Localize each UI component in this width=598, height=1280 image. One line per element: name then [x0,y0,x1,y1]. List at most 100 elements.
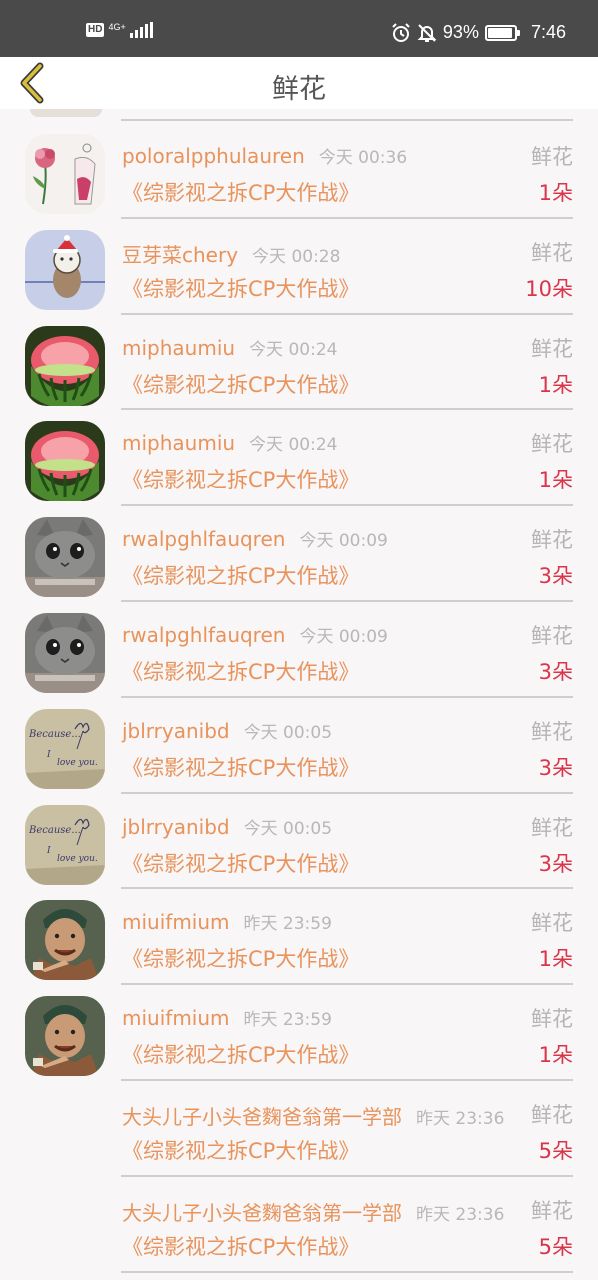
handwritten-note-avatar: Because... Ilove you. [25,708,105,789]
book-title-link[interactable]: 《综影视之拆CP大作战》 [122,656,359,686]
watermelon-avatar[interactable] [25,325,105,406]
user-name-text: miuifmium [122,910,230,935]
book-title-link[interactable]: 《综影视之拆CP大作战》 [122,1135,359,1165]
list-item-12[interactable]: 大头儿子小头爸麴爸翁第一学部 昨天 23:36 鲜花 《综影视之拆CP大作战》 5… [0,1181,598,1277]
list-item-2[interactable]: 豆芽菜chery 今天 00:28 鲜花 《综影视之拆CP大作战》 10朵 [0,223,598,319]
timestamp: 今天 00:24 [249,339,338,360]
book-title-link[interactable]: 《综影视之拆CP大作战》 [122,943,359,973]
list-item-8[interactable]: Because... Ilove you. jblrryanibd 今天 00:05… [0,798,598,894]
gift-count: 3朵 [538,564,573,589]
user-name[interactable]: poloralpphulauren 今天 00:36 [122,143,407,168]
timestamp: 今天 00:28 [252,246,341,267]
list-item-5[interactable]: rwalpghlfauqren 今天 00:09 鲜花 《综影视之拆CP大作战》 … [0,510,598,606]
user-name[interactable]: rwalpghlfauqren 今天 00:09 [122,526,388,551]
timestamp: 今天 00:24 [249,435,338,456]
cat-avatar[interactable] [25,517,105,598]
user-name[interactable]: miuifmium 昨天 23:59 [122,909,332,934]
gift-record-list[interactable]: poloralpphulauren 今天 00:36 鲜花 《综影视之拆CP大作战… [0,109,598,1277]
page-title: 鲜花 [272,74,326,105]
svg-text:Because...: Because... [28,729,81,740]
gift-count: 3朵 [538,755,573,780]
user-name[interactable]: jblrryanibd 今天 00:05 [122,814,332,839]
gift-count: 5朵 [538,1234,573,1259]
user-name[interactable]: miphaumiu 今天 00:24 [122,335,337,360]
cartoon-bear-avatar [25,229,105,310]
gift-count: 1朵 [538,181,573,205]
user-name[interactable]: miuifmium 昨天 23:59 [122,1005,332,1030]
divider [121,887,573,890]
list-item-partial [0,109,598,127]
cartoon-bear-avatar[interactable] [25,229,105,310]
user-name[interactable]: 大头儿子小头爸麴爸翁第一学部 昨天 23:36 [122,1197,504,1226]
book-title-link[interactable]: 《综影视之拆CP大作战》 [122,1231,359,1261]
pointing-man-avatar [25,900,105,981]
user-name-text: 豆芽菜chery [122,242,239,267]
user-name-text: miphaumiu [122,335,236,360]
user-name[interactable]: 豆芽菜chery 今天 00:28 [122,239,340,268]
gift-count: 1朵 [538,947,573,972]
user-name[interactable]: rwalpghlfauqren 今天 00:09 [122,622,388,647]
timestamp: 昨天 23:59 [243,914,332,935]
network-status: HD 4G+ [86,22,153,38]
handwritten-note-avatar[interactable]: Because... Ilove you. [25,708,105,789]
divider [121,599,573,602]
list-item-7[interactable]: Because... Ilove you. jblrryanibd 今天 00:05… [0,702,598,798]
status-bar: HD 4G+ 93% 7:46 [0,0,598,57]
list-item-1[interactable]: poloralpphulauren 今天 00:36 鲜花 《综影视之拆CP大作战… [0,127,598,223]
list-item-4[interactable]: miphaumiu 今天 00:24 鲜花 《综影视之拆CP大作战》 1朵 [0,414,598,510]
book-title-link[interactable]: 《综影视之拆CP大作战》 [122,752,359,782]
timestamp: 今天 00:09 [299,626,388,647]
avatar-empty[interactable] [25,1188,105,1268]
user-name[interactable]: 大头儿子小头爸麴爸翁第一学部 昨天 23:36 [122,1101,504,1130]
watermelon-avatar[interactable] [25,421,105,502]
list-item-10[interactable]: miuifmium 昨天 23:59 鲜花 《综影视之拆CP大作战》 1朵 [0,989,598,1085]
book-title-link[interactable]: 《综影视之拆CP大作战》 [122,369,359,399]
list-item-9[interactable]: miuifmium 昨天 23:59 鲜花 《综影视之拆CP大作战》 1朵 [0,893,598,989]
user-name-text: miphaumiu [122,431,236,456]
hd-badge: HD [86,23,105,37]
timestamp: 昨天 23:59 [243,1010,332,1031]
svg-text:Because...: Because... [28,825,81,836]
battery-percent: 93% [442,22,479,42]
svg-text:I: I [46,846,51,856]
network-type: 4G+ [108,21,126,32]
gift-type: 鲜花 [531,623,573,648]
book-title-link[interactable]: 《综影视之拆CP大作战》 [122,464,359,494]
timestamp: 昨天 23:36 [416,1108,505,1129]
svg-text:love you.: love you. [57,758,98,768]
user-name-text: 大头儿子小头爸麴爸翁第一学部 [122,1200,402,1225]
handwritten-note-avatar[interactable]: Because... Ilove you. [25,804,105,885]
book-title-link[interactable]: 《综影视之拆CP大作战》 [122,848,359,878]
divider [121,1078,573,1081]
book-title-link[interactable]: 《综影视之拆CP大作战》 [122,273,359,303]
user-name-text: rwalpghlfauqren [122,527,286,552]
user-name[interactable]: miphaumiu 今天 00:24 [122,430,337,455]
pointing-man-avatar[interactable] [25,900,105,981]
gift-count: 1朵 [538,468,573,493]
user-name-text: jblrryanibd [122,718,230,743]
book-title-link[interactable]: 《综影视之拆CP大作战》 [122,1039,359,1069]
gift-count: 1朵 [538,372,573,397]
gift-type: 鲜花 [531,432,573,457]
list-item-11[interactable]: 大头儿子小头爸麴爸翁第一学部 昨天 23:36 鲜花 《综影视之拆CP大作战》 5… [0,1085,598,1181]
user-name-text: 大头儿子小头爸麴爸翁第一学部 [122,1104,402,1129]
book-title-link[interactable]: 《综影视之拆CP大作战》 [122,560,359,590]
book-title-link[interactable]: 《综影视之拆CP大作战》 [122,177,359,207]
gift-count: 1朵 [538,1043,573,1068]
clock: 7:46 [530,22,566,42]
timestamp: 今天 00:09 [299,531,388,552]
user-name[interactable]: jblrryanibd 今天 00:05 [122,718,332,743]
svg-text:I: I [46,750,51,760]
avatar-empty[interactable] [25,1092,105,1172]
list-item-6[interactable]: rwalpghlfauqren 今天 00:09 鲜花 《综影视之拆CP大作战》 … [0,606,598,702]
gift-count: 3朵 [538,659,573,684]
divider [121,312,573,315]
cat-avatar[interactable] [25,612,105,693]
list-item-3[interactable]: miphaumiu 今天 00:24 鲜花 《综影视之拆CP大作战》 1朵 [0,319,598,415]
divider [121,1270,573,1273]
svg-text:love you.: love you. [57,854,98,864]
pointing-man-avatar[interactable] [25,996,105,1077]
watermelon-avatar [25,421,105,502]
flower-drawing-avatar[interactable] [25,134,105,214]
divider [121,695,573,698]
